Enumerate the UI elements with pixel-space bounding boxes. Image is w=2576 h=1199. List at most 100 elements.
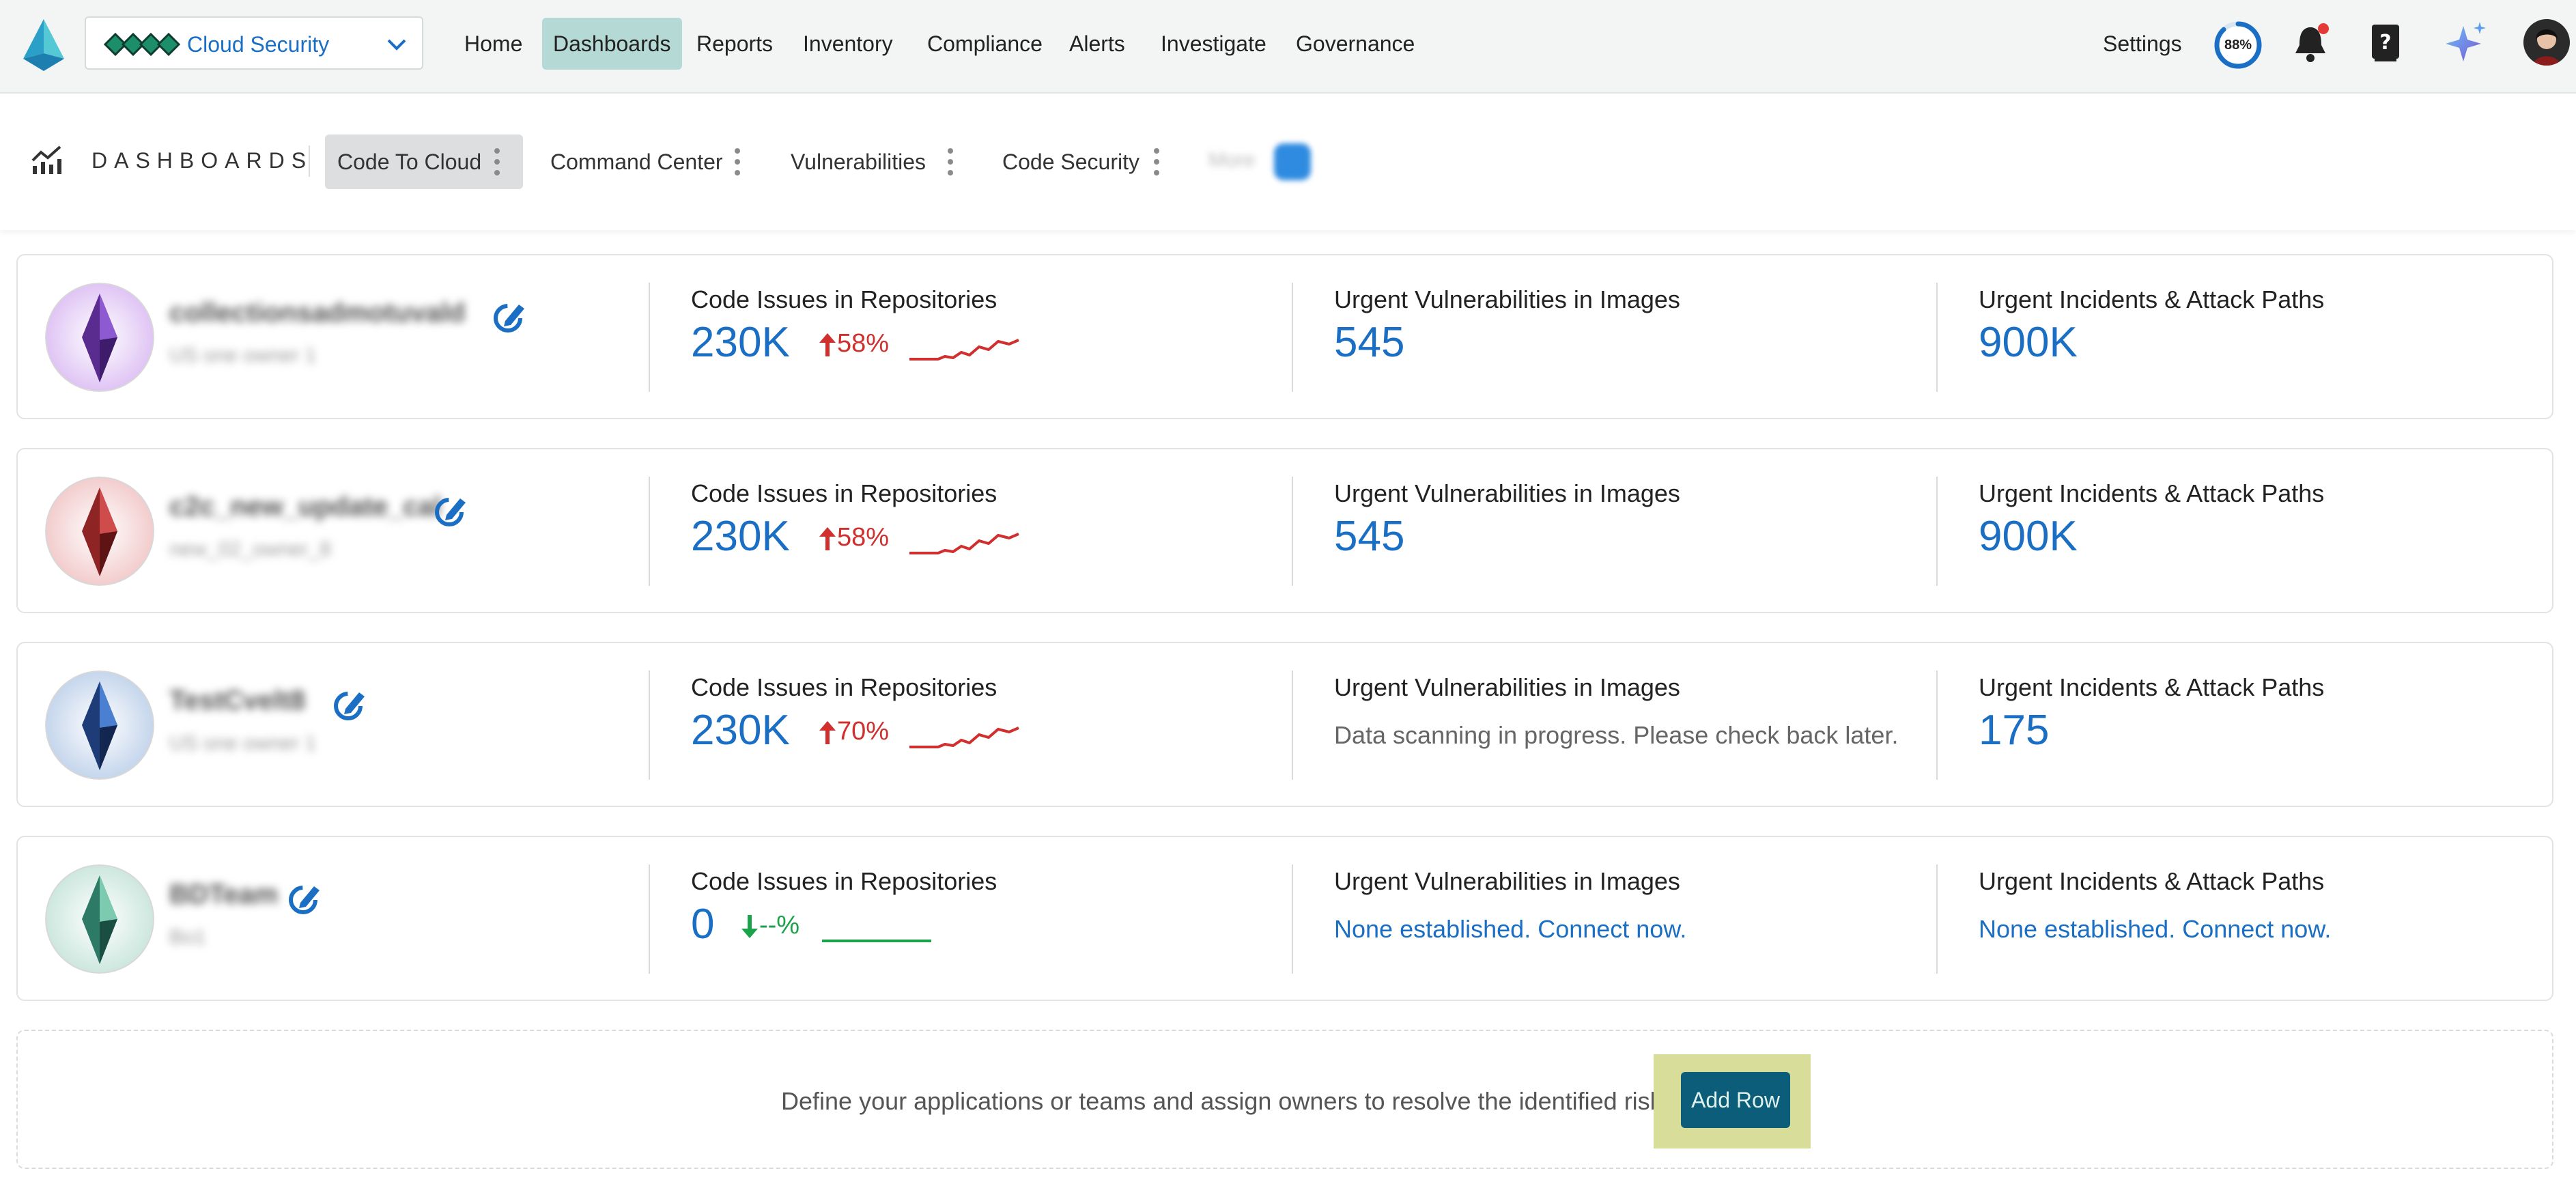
incidents-value[interactable]: 900K	[1979, 512, 2078, 561]
trend-percent: 70%	[837, 717, 890, 746]
tab-code-security[interactable]: Code Security	[1002, 135, 1166, 189]
tab-code-to-cloud[interactable]: Code To Cloud	[325, 135, 523, 189]
tab-label: Code Security	[1002, 150, 1140, 174]
user-avatar[interactable]	[2523, 19, 2570, 66]
add-row-button[interactable]: Add Row	[1681, 1072, 1790, 1128]
column-divider	[1936, 864, 1938, 974]
help-book-icon[interactable]: ?	[2370, 23, 2401, 63]
bell-icon[interactable]	[2293, 22, 2331, 66]
incidents-title: Urgent Incidents & Attack Paths	[1979, 867, 2325, 895]
code-issues-trend: 70%	[818, 717, 889, 746]
app-name: TestCvelt8	[169, 686, 306, 716]
trend-sparkline	[909, 339, 1019, 361]
more-tabs-label[interactable]: More	[1208, 149, 1255, 172]
nav-dashboards[interactable]: Dashboards	[542, 18, 682, 70]
connect-now-link[interactable]: None established. Connect now.	[1334, 915, 1686, 944]
vuln-title: Urgent Vulnerabilities in Images	[1334, 285, 1680, 313]
vuln-title: Urgent Vulnerabilities in Images	[1334, 673, 1680, 701]
svg-text:?: ?	[2379, 31, 2391, 55]
tab-label: Vulnerabilities	[791, 150, 926, 174]
edit-pencil-icon[interactable]	[329, 686, 367, 724]
code-issues-title: Code Issues in Repositories	[691, 285, 997, 313]
trend-sparkline	[909, 533, 1019, 554]
code-issues-value[interactable]: 230K	[691, 318, 790, 367]
tab-command-center[interactable]: Command Center	[550, 135, 755, 189]
app-owner: new_02_owner_8	[169, 538, 331, 561]
code-issues-value[interactable]: 230K	[691, 512, 790, 561]
edit-pencil-icon[interactable]	[489, 298, 527, 336]
incidents-title: Urgent Incidents & Attack Paths	[1979, 673, 2325, 701]
column-divider	[649, 864, 650, 974]
column-divider	[1936, 477, 1938, 586]
incidents-value[interactable]: 900K	[1979, 318, 2078, 367]
vuln-scanning-note: Data scanning in progress. Please check …	[1334, 721, 1899, 749]
column-divider	[649, 283, 650, 392]
column-divider	[1936, 671, 1938, 780]
progress-percent-label: 88%	[2224, 38, 2252, 53]
sparkle-icon[interactable]	[2441, 19, 2489, 67]
nav-investigate[interactable]: Investigate	[1150, 18, 1277, 70]
edit-pencil-icon[interactable]	[430, 492, 468, 530]
code-issues-title: Code Issues in Repositories	[691, 673, 997, 701]
nav-compliance[interactable]: Compliance	[916, 18, 1053, 70]
arrow-down-icon	[741, 914, 758, 938]
app-owner: US one owner 1	[169, 732, 317, 754]
code-issues-title: Code Issues in Repositories	[691, 479, 997, 507]
settings-link[interactable]: Settings	[2103, 18, 2182, 70]
trend-sparkline	[909, 727, 1019, 748]
column-divider	[649, 477, 650, 586]
product-selector-label: Cloud Security	[187, 32, 330, 57]
add-row-panel: Define your applications or teams and as…	[16, 1030, 2553, 1169]
dashboards-title: DASHBOARDS	[91, 148, 313, 173]
app-logo-icon[interactable]	[23, 19, 64, 71]
vuln-title: Urgent Vulnerabilities in Images	[1334, 479, 1680, 507]
app-name: c2c_new_update_cal	[169, 492, 441, 522]
code-issues-value[interactable]: 0	[691, 900, 714, 948]
vuln-value[interactable]: 545	[1334, 318, 1404, 367]
app-row-card: collectionsadmotuvald US one owner 1 Cod…	[16, 254, 2553, 419]
nav-home[interactable]: Home	[453, 18, 533, 70]
vuln-value[interactable]: 545	[1334, 512, 1404, 561]
kebab-menu-icon[interactable]	[948, 148, 953, 175]
tab-label: Command Center	[550, 150, 723, 174]
cloud-security-diamonds-icon	[104, 33, 180, 56]
arrow-up-icon	[819, 526, 836, 550]
app-row-card: TestCvelt8 US one owner 1 Code Issues in…	[16, 642, 2553, 807]
nav-inventory[interactable]: Inventory	[792, 18, 904, 70]
trend-percent: --%	[759, 911, 800, 940]
edit-pencil-icon[interactable]	[284, 879, 322, 918]
kebab-menu-icon[interactable]	[735, 148, 740, 175]
kebab-menu-icon[interactable]	[1154, 148, 1159, 175]
code-issues-value[interactable]: 230K	[691, 706, 790, 754]
column-divider	[1292, 671, 1293, 780]
column-divider	[649, 671, 650, 780]
code-issues-trend: 58%	[818, 329, 889, 358]
app-gem-avatar	[45, 864, 154, 974]
app-gem-avatar	[45, 477, 154, 586]
nav-governance[interactable]: Governance	[1285, 18, 1426, 70]
app-gem-avatar	[45, 283, 154, 392]
app-name: BDTeam	[169, 879, 279, 909]
chevron-down-icon	[387, 39, 406, 51]
app-gem-avatar	[45, 671, 154, 780]
arrow-up-icon	[819, 720, 836, 744]
tab-vulnerabilities[interactable]: Vulnerabilities	[791, 135, 961, 189]
nav-reports[interactable]: Reports	[685, 18, 784, 70]
column-divider	[1936, 283, 1938, 392]
connect-now-link[interactable]: None established. Connect now.	[1979, 915, 2331, 944]
app-row-card: c2c_new_update_cal new_02_owner_8 Code I…	[16, 448, 2553, 613]
trend-percent: 58%	[837, 329, 890, 358]
kebab-menu-icon[interactable]	[494, 148, 500, 175]
trend-sparkline	[822, 940, 931, 942]
nav-alerts[interactable]: Alerts	[1058, 18, 1136, 70]
divider	[309, 145, 310, 177]
top-navigation-bar: Cloud Security Home Dashboards Reports I…	[0, 0, 2576, 94]
dashboard-chart-icon	[31, 145, 61, 174]
notification-dot	[2318, 23, 2329, 34]
incidents-value[interactable]: 175	[1979, 706, 2049, 754]
app-owner: Bo1	[169, 926, 206, 948]
code-issues-trend: --%	[740, 911, 799, 940]
product-selector-dropdown[interactable]: Cloud Security	[85, 16, 423, 70]
more-tabs-badge[interactable]	[1274, 143, 1311, 180]
add-row-description: Define your applications or teams and as…	[781, 1087, 1682, 1115]
